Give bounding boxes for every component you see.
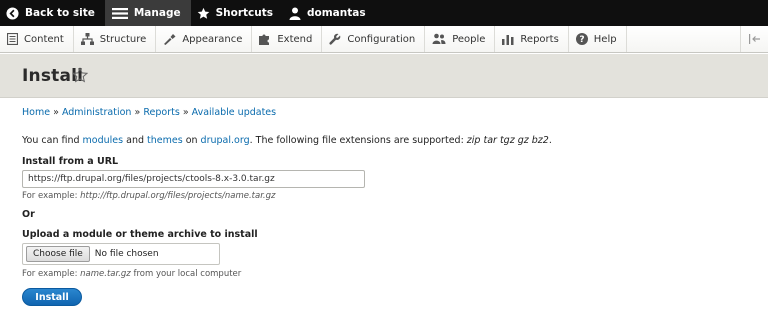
url-field-description: For example: http://ftp.drupal.org/files… <box>22 191 275 201</box>
breadcrumb-separator: » <box>134 107 141 118</box>
breadcrumb-home[interactable]: Home <box>22 107 50 118</box>
user-icon <box>289 7 301 20</box>
intro-and: and <box>123 135 148 146</box>
tray-item-appearance[interactable]: Appearance <box>156 26 253 52</box>
intro-on: on <box>182 135 201 146</box>
help-icon: ? <box>575 33 588 45</box>
modules-link[interactable]: modules <box>83 135 124 146</box>
manage-label: Manage <box>133 7 181 19</box>
menu-icon <box>111 7 128 19</box>
drupal-org-link[interactable]: drupal.org <box>201 135 250 146</box>
tray-item-people[interactable]: People <box>425 26 496 52</box>
file-upload-field[interactable]: Choose file No file chosen <box>22 243 220 265</box>
tray-item-label: Help <box>593 33 617 45</box>
structure-icon <box>80 33 94 45</box>
tray-item-structure[interactable]: Structure <box>74 26 157 52</box>
wrench-icon <box>329 33 341 45</box>
tray-item-label: Appearance <box>182 33 243 45</box>
tray-item-label: Structure <box>99 33 147 45</box>
people-icon <box>432 33 446 44</box>
breadcrumb-separator: » <box>182 107 189 118</box>
breadcrumb-available-updates[interactable]: Available updates <box>192 107 276 118</box>
star-icon <box>197 7 209 19</box>
tray-item-label: Content <box>24 33 64 45</box>
upload-example-prefix: For example: <box>22 269 81 279</box>
file-status: No file chosen <box>94 249 159 259</box>
upload-field-description: For example: name.tar.gz from your local… <box>22 269 241 279</box>
url-field-label: Install from a URL <box>22 156 119 167</box>
breadcrumb-administration[interactable]: Administration <box>62 107 132 118</box>
appearance-icon <box>164 34 176 45</box>
collapse-tray-icon <box>748 34 760 44</box>
shortcuts-label: Shortcuts <box>215 7 273 19</box>
svg-text:?: ? <box>579 35 584 45</box>
url-example: http://ftp.drupal.org/files/projects/nam… <box>80 191 276 201</box>
upload-example: name.tar.gz <box>80 269 131 279</box>
admin-menu-tray: Content Structure Appearance Extend Conf… <box>0 26 768 53</box>
intro-suffix: . The following file extensions are supp… <box>249 135 467 146</box>
or-separator: Or <box>22 209 35 220</box>
breadcrumb: Home » Administration » Reports » Availa… <box>22 107 276 118</box>
themes-link[interactable]: themes <box>147 135 183 146</box>
tray-item-label: Extend <box>277 33 313 45</box>
user-tab[interactable]: domantas <box>283 0 376 26</box>
reports-icon <box>502 35 514 45</box>
tray-item-help[interactable]: ? Help <box>569 26 627 52</box>
admin-toolbar: Back to site Manage Shortcuts domantas <box>0 0 768 26</box>
intro-text: You can find modules and themes on drupa… <box>22 135 552 146</box>
breadcrumb-reports[interactable]: Reports <box>143 107 179 118</box>
breadcrumb-separator: » <box>53 107 59 118</box>
shortcuts-tab[interactable]: Shortcuts <box>191 0 283 26</box>
content-icon <box>7 33 18 45</box>
add-shortcut-star-icon[interactable] <box>72 67 88 83</box>
back-to-site-link[interactable]: Back to site <box>0 0 105 26</box>
extend-icon <box>259 34 270 45</box>
supported-extensions: zip tar tgz gz bz2 <box>466 135 549 146</box>
url-example-prefix: For example: <box>22 191 81 201</box>
tray-item-label: Configuration <box>347 33 416 45</box>
upload-example-suffix: from your local computer <box>130 269 242 279</box>
tray-item-extend[interactable]: Extend <box>252 26 323 52</box>
tray-spacer <box>627 26 740 52</box>
install-button[interactable]: Install <box>22 288 82 306</box>
choose-file-button[interactable]: Choose file <box>26 246 90 262</box>
page-header: Install <box>0 54 768 98</box>
tray-item-reports[interactable]: Reports <box>495 26 569 52</box>
manage-tab[interactable]: Manage <box>105 0 191 26</box>
upload-field-label: Upload a module or theme archive to inst… <box>22 229 258 240</box>
user-label: domantas <box>307 7 366 19</box>
intro-prefix: You can find <box>22 135 83 146</box>
collapse-tray-button[interactable] <box>740 26 768 52</box>
url-input[interactable]: https://ftp.drupal.org/files/projects/ct… <box>22 170 365 188</box>
tray-item-label: People <box>452 33 486 45</box>
tray-item-content[interactable]: Content <box>0 26 74 52</box>
tray-item-configuration[interactable]: Configuration <box>322 26 426 52</box>
tray-item-label: Reports <box>520 33 559 45</box>
back-arrow-icon <box>6 6 19 20</box>
intro-end: . <box>548 135 552 146</box>
back-to-site-label: Back to site <box>25 7 95 19</box>
